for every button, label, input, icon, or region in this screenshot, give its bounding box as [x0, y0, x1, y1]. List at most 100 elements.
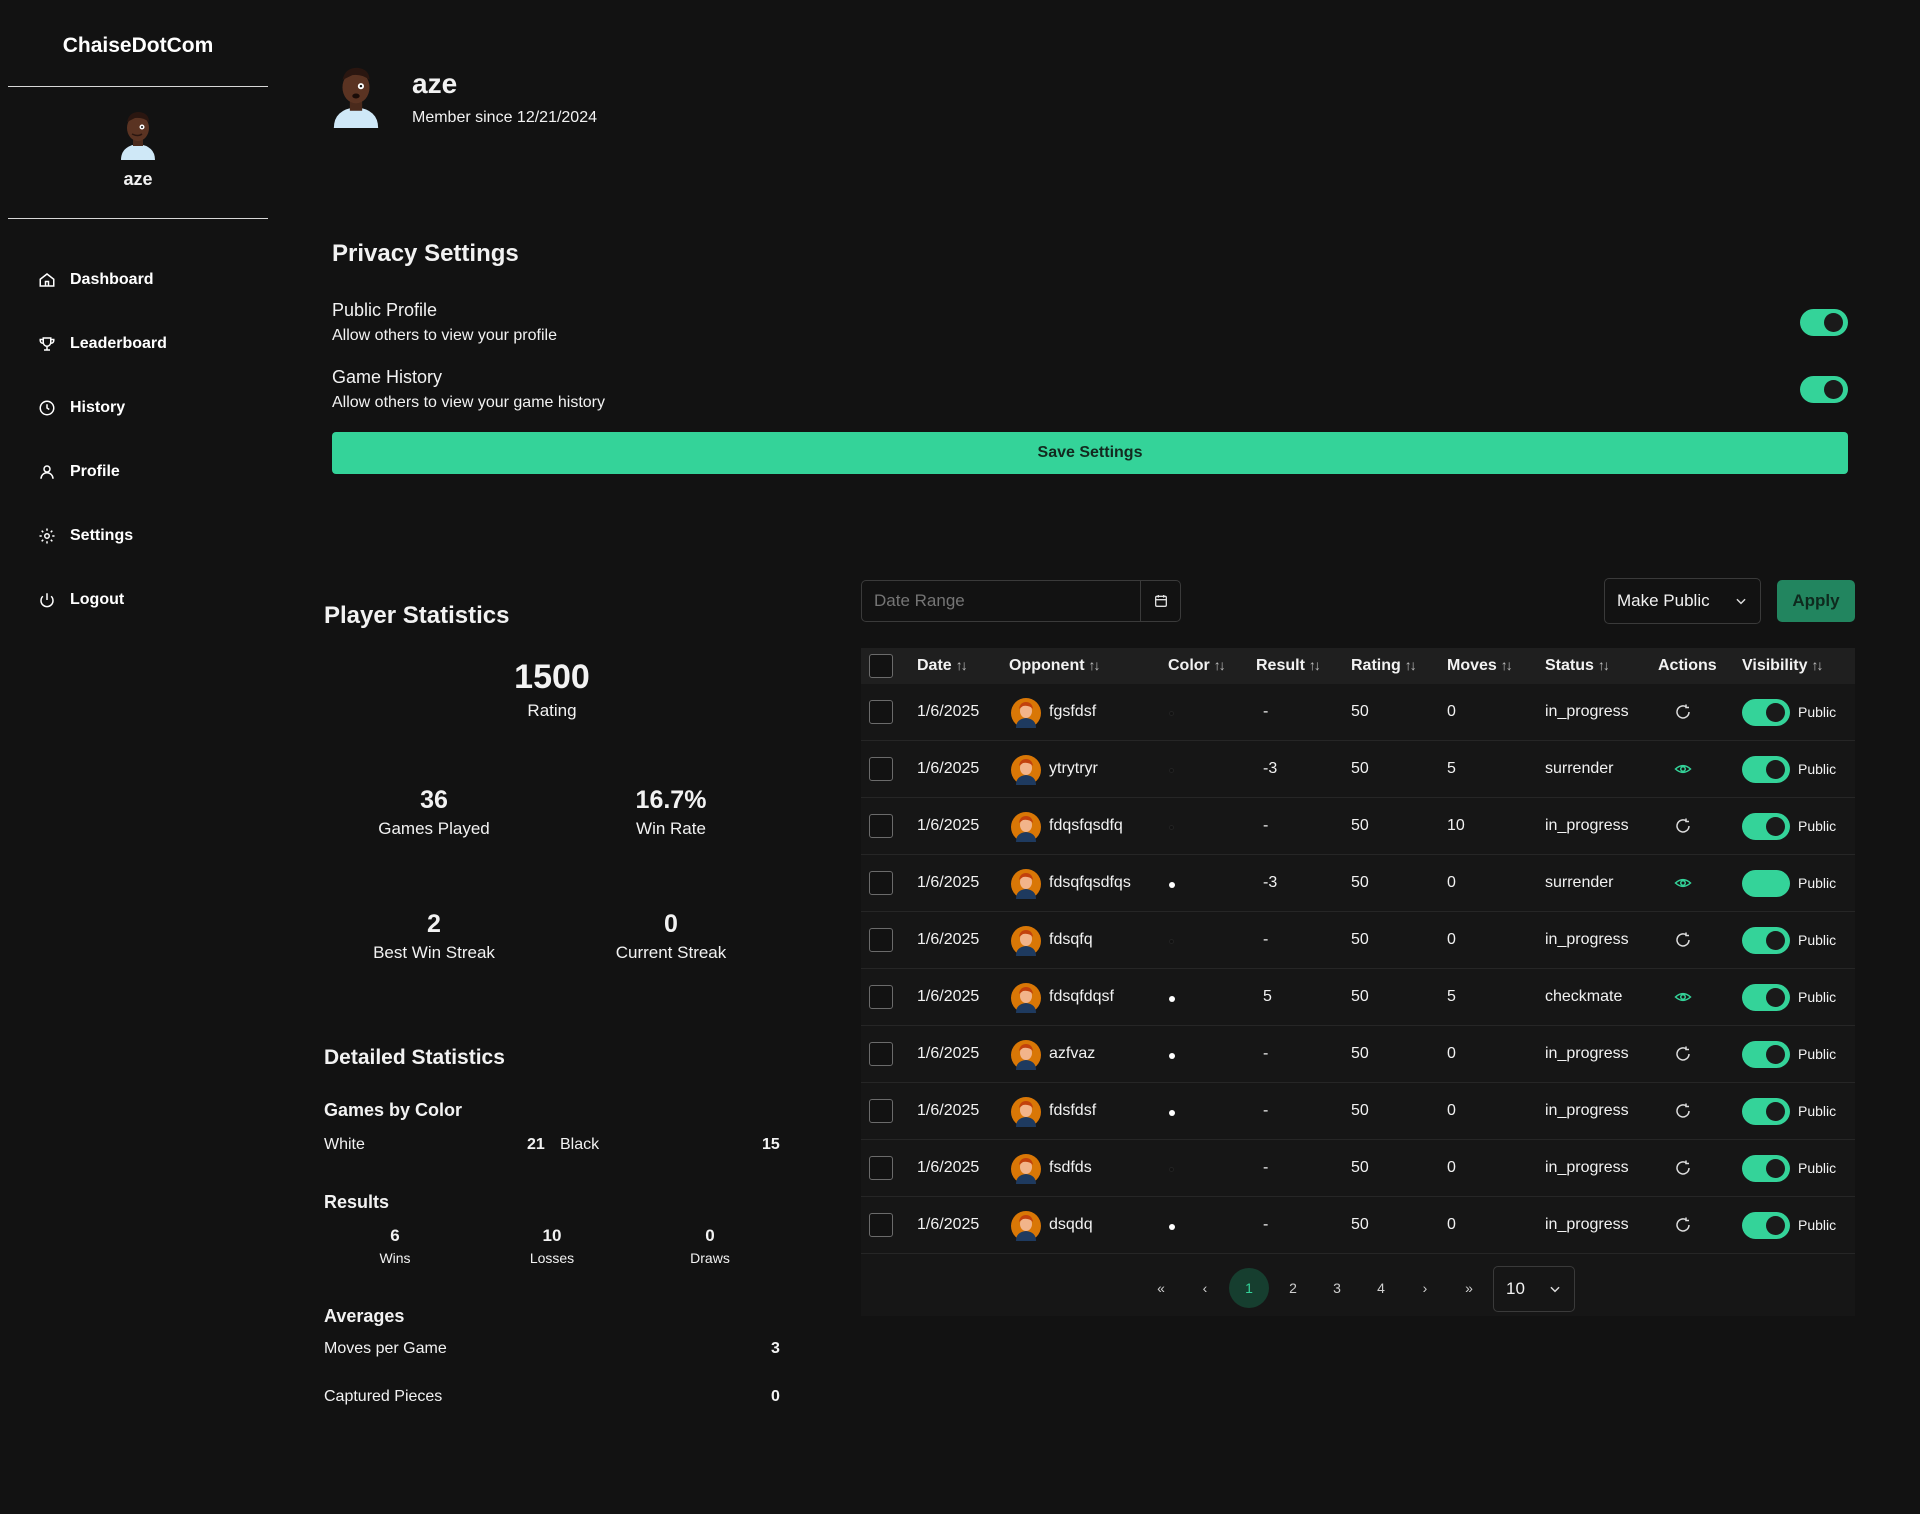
- column-header-result[interactable]: Result ↑↓: [1256, 657, 1321, 675]
- opponent-cell[interactable]: azfvaz: [1049, 1045, 1095, 1063]
- row-checkbox[interactable]: [869, 928, 893, 952]
- date-range-input[interactable]: [862, 581, 1140, 621]
- opponent-cell[interactable]: fdsfdsf: [1049, 1102, 1096, 1120]
- page-size-select[interactable]: 10: [1493, 1266, 1575, 1312]
- last-page-button[interactable]: »: [1449, 1273, 1489, 1303]
- sidebar-item-settings[interactable]: Settings: [38, 504, 167, 568]
- next-page-button[interactable]: ›: [1405, 1273, 1445, 1303]
- refresh-icon[interactable]: [1674, 1102, 1692, 1120]
- chevron-down-icon: [1550, 1286, 1560, 1293]
- sidebar-item-label: Logout: [70, 591, 125, 608]
- best-win-streak-value: 2: [427, 910, 441, 938]
- row-checkbox[interactable]: [869, 1042, 893, 1066]
- opponent-cell[interactable]: fdsqfdqsf: [1049, 988, 1114, 1006]
- table-row: 1/6/2025 fgsfdsf - 50 0 in_progress Public: [861, 684, 1855, 741]
- column-header-date[interactable]: Date ↑↓: [917, 657, 968, 675]
- sidebar-item-label: Dashboard: [70, 271, 154, 288]
- column-header-visibility[interactable]: Visibility ↑↓: [1742, 657, 1824, 675]
- page-button-2[interactable]: 2: [1273, 1273, 1313, 1303]
- opponent-cell[interactable]: fdsqfqsdfqs: [1049, 874, 1131, 892]
- rating-cell: 50: [1351, 874, 1369, 891]
- refresh-icon[interactable]: [1674, 1159, 1692, 1177]
- row-checkbox[interactable]: [869, 814, 893, 838]
- page-button-3[interactable]: 3: [1317, 1273, 1357, 1303]
- calendar-button[interactable]: [1140, 581, 1180, 621]
- eye-icon[interactable]: [1674, 874, 1692, 892]
- opponent-avatar: [1011, 1154, 1041, 1184]
- eye-icon[interactable]: [1674, 988, 1692, 1006]
- refresh-icon[interactable]: [1674, 703, 1692, 721]
- date-cell: 1/6/2025: [917, 1216, 980, 1233]
- piece-color-dot: [1169, 768, 1174, 773]
- player-statistics-title: Player Statistics: [324, 602, 510, 629]
- refresh-icon[interactable]: [1674, 1216, 1692, 1234]
- sidebar-item-dashboard[interactable]: Dashboard: [38, 248, 167, 312]
- sidebar-divider: [8, 218, 268, 219]
- visibility-toggle[interactable]: [1742, 1041, 1790, 1068]
- column-header-moves[interactable]: Moves ↑↓: [1447, 657, 1513, 675]
- visibility-toggle[interactable]: [1742, 699, 1790, 726]
- opponent-cell[interactable]: fdqsfqsdfq: [1049, 817, 1123, 835]
- rating-cell: 50: [1351, 817, 1369, 834]
- opponent-cell[interactable]: fdsqfq: [1049, 931, 1093, 949]
- visibility-toggle[interactable]: [1742, 870, 1790, 897]
- win-rate-label: Win Rate: [636, 819, 706, 838]
- page-button-1[interactable]: 1: [1229, 1268, 1269, 1308]
- visibility-toggle[interactable]: [1742, 756, 1790, 783]
- select-all-checkbox[interactable]: [869, 654, 893, 678]
- row-checkbox[interactable]: [869, 1213, 893, 1237]
- opponent-cell[interactable]: dsqdq: [1049, 1216, 1093, 1234]
- opponent-cell[interactable]: ytrytryr: [1049, 760, 1098, 778]
- row-checkbox[interactable]: [869, 985, 893, 1009]
- visibility-toggle[interactable]: [1742, 927, 1790, 954]
- visibility-toggle[interactable]: [1742, 813, 1790, 840]
- status-cell: surrender: [1545, 874, 1614, 891]
- first-page-button[interactable]: «: [1141, 1273, 1181, 1303]
- status-cell: surrender: [1545, 760, 1614, 777]
- game-history-setting: Game History Allow others to view your g…: [332, 367, 1848, 412]
- table-row: 1/6/2025 fdqsfqsdfq - 50 10 in_progress Public: [861, 798, 1855, 855]
- row-checkbox[interactable]: [869, 871, 893, 895]
- chevron-down-icon: [1736, 598, 1746, 605]
- refresh-icon[interactable]: [1674, 817, 1692, 835]
- piece-color-dot: [1169, 1110, 1175, 1116]
- refresh-icon[interactable]: [1674, 1045, 1692, 1063]
- table-row: 1/6/2025 dsqdq - 50 0 in_progress Public: [861, 1197, 1855, 1254]
- sidebar-item-leaderboard[interactable]: Leaderboard: [38, 312, 167, 376]
- opponent-avatar: [1011, 983, 1041, 1013]
- eye-icon[interactable]: [1674, 760, 1692, 778]
- row-checkbox[interactable]: [869, 700, 893, 724]
- sidebar-item-logout[interactable]: Logout: [38, 568, 167, 632]
- game-history-toggle[interactable]: [1800, 376, 1848, 403]
- row-checkbox[interactable]: [869, 1099, 893, 1123]
- column-header-color[interactable]: Color ↑↓: [1168, 657, 1226, 675]
- bulk-action-select[interactable]: Make Public: [1604, 578, 1761, 624]
- visibility-label: Public: [1798, 761, 1837, 777]
- save-settings-button[interactable]: Save Settings: [332, 432, 1848, 474]
- column-header-rating[interactable]: Rating ↑↓: [1351, 657, 1417, 675]
- row-checkbox[interactable]: [869, 757, 893, 781]
- sidebar-item-history[interactable]: History: [38, 376, 167, 440]
- brand-title[interactable]: ChaiseDotCom: [0, 34, 276, 58]
- column-header-opponent[interactable]: Opponent ↑↓: [1009, 657, 1101, 675]
- sidebar-item-profile[interactable]: Profile: [38, 440, 167, 504]
- column-header-status[interactable]: Status ↑↓: [1545, 657, 1610, 675]
- refresh-icon[interactable]: [1674, 931, 1692, 949]
- rating-cell: 50: [1351, 760, 1369, 777]
- visibility-toggle[interactable]: [1742, 984, 1790, 1011]
- opponent-cell[interactable]: fgsfdsf: [1049, 703, 1096, 721]
- page-button-4[interactable]: 4: [1361, 1273, 1401, 1303]
- sidebar-nav: Dashboard Leaderboard History Profile Se…: [38, 248, 167, 632]
- moves-cell: 5: [1447, 760, 1456, 777]
- opponent-cell[interactable]: fsdfds: [1049, 1159, 1092, 1177]
- visibility-toggle[interactable]: [1742, 1155, 1790, 1182]
- prev-page-button[interactable]: ‹: [1185, 1273, 1225, 1303]
- losses-value: 10: [542, 1226, 562, 1245]
- row-checkbox[interactable]: [869, 1156, 893, 1180]
- status-cell: in_progress: [1545, 1159, 1629, 1176]
- visibility-toggle[interactable]: [1742, 1212, 1790, 1239]
- visibility-toggle[interactable]: [1742, 1098, 1790, 1125]
- public-profile-toggle[interactable]: [1800, 309, 1848, 336]
- result-cell: -: [1263, 1045, 1269, 1062]
- apply-button[interactable]: Apply: [1777, 580, 1855, 622]
